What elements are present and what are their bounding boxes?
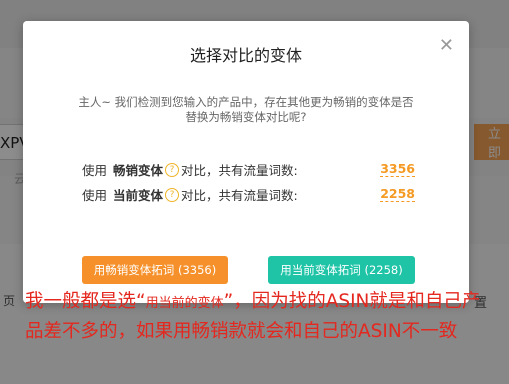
row-variant-name: 当前变体: [113, 188, 164, 203]
dialog-title: 选择对比的变体: [189, 46, 302, 65]
annotation-part2: 用当前的变体: [145, 296, 224, 311]
keyword-count-best[interactable]: 3356: [380, 162, 415, 177]
row-prefix: 使用: [82, 188, 108, 203]
row-suffix: 对比，共有流量词数:: [181, 188, 298, 203]
row-variant-name: 畅销变体: [113, 163, 164, 178]
keyword-count-current[interactable]: 2258: [380, 187, 415, 202]
question-icon[interactable]: ?: [165, 162, 180, 177]
close-icon[interactable]: ✕: [439, 37, 454, 55]
use-best-seller-button[interactable]: 用畅销变体拓词 (3356): [82, 256, 228, 284]
row-prefix: 使用: [82, 163, 108, 178]
use-current-variant-button[interactable]: 用当前变体拓词 (2258): [268, 256, 415, 284]
variant-select-dialog: 选择对比的变体 ✕ 主人~ 我们检测到您输入的产品中，存在其他更为畅销的变体是否…: [23, 21, 469, 303]
row-current: 使用 当前变体 ? 对比，共有流量词数: 2258: [82, 185, 415, 204]
row-suffix: 对比，共有流量词数:: [181, 163, 298, 178]
dialog-description: 主人~ 我们检测到您输入的产品中，存在其他更为畅销的变体是否替换为畅销变体对比呢…: [78, 95, 414, 124]
row-best-seller: 使用 畅销变体 ? 对比，共有流量词数: 3356: [82, 160, 415, 179]
annotation-part1: 我一般都是选“: [25, 291, 146, 312]
question-icon[interactable]: ?: [165, 187, 180, 202]
annotation-text: 我一般都是选“用当前的变体”，因为找的ASIN就是和自己产品差不多的，如果用畅销…: [25, 288, 495, 346]
